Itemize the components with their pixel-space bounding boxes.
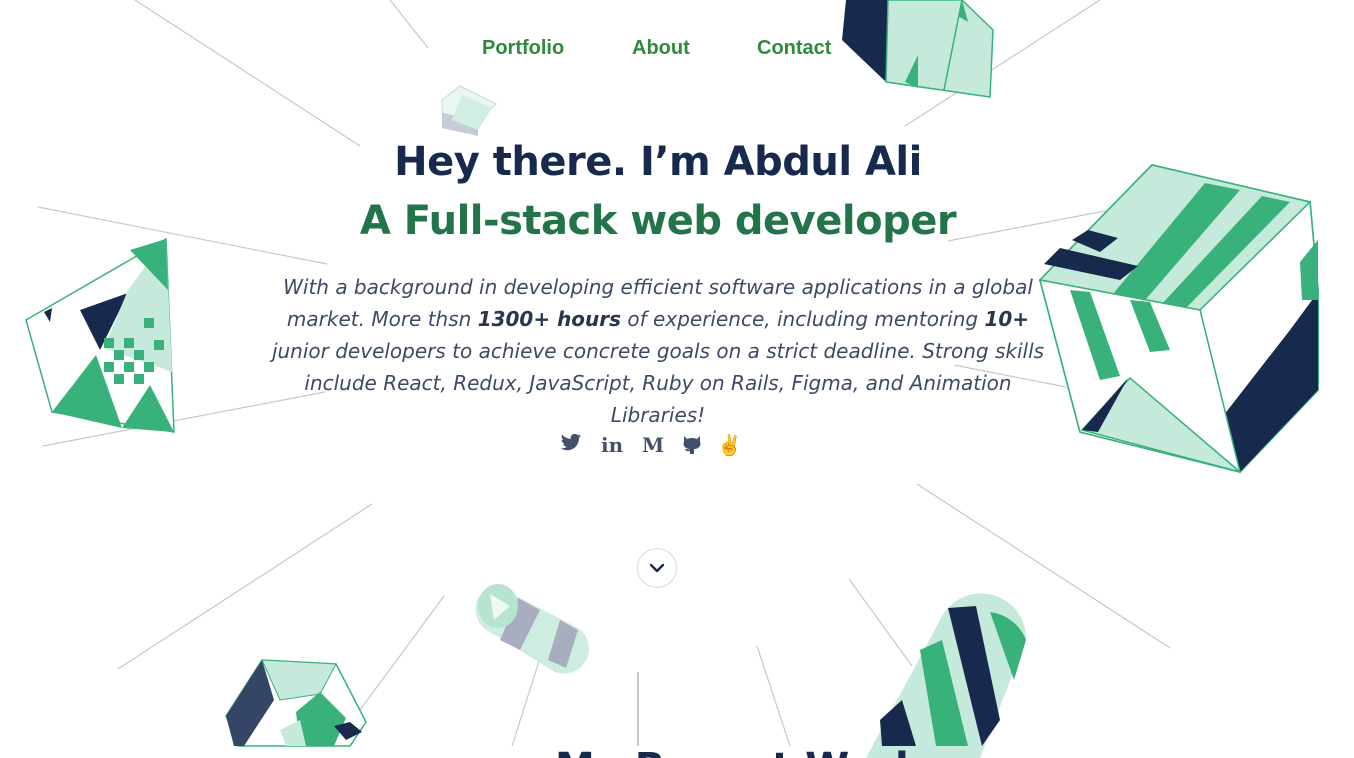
linkedin-icon[interactable]: in [601,432,623,458]
nav-link-about[interactable]: About [632,37,690,60]
github-icon[interactable] [682,433,702,459]
social-links: in M ✌ [560,432,742,459]
bio-count: 10+ [984,307,1030,331]
hero-subtitle: A Full-stack web developer [359,198,957,244]
bio-text-3: junior developers to achieve concrete go… [271,339,1045,427]
angellist-icon[interactable]: ✌ [717,432,742,458]
scroll-down-button[interactable] [637,548,677,588]
small-cube [441,85,497,136]
hero-bio: With a background in developing efficien… [270,271,1046,431]
bottom-left-cube [225,659,367,747]
nav-link-contact[interactable]: Contact [757,37,831,60]
next-section-title: My Recent Works [555,740,945,758]
large-capsule [866,593,1027,758]
bio-text-2: of experience, including mentoring [621,307,985,331]
top-right-cube [842,0,994,98]
bio-hours: 1300+ hours [477,307,622,331]
chevron-down-icon [649,563,665,573]
medium-icon[interactable]: M [642,432,664,458]
hero-title: Hey there. I’m Abdul Ali [394,139,922,185]
small-capsule [475,584,589,674]
left-prism [25,237,175,433]
nav-link-portfolio[interactable]: Portfolio [482,37,564,60]
twitter-icon[interactable] [560,433,582,459]
